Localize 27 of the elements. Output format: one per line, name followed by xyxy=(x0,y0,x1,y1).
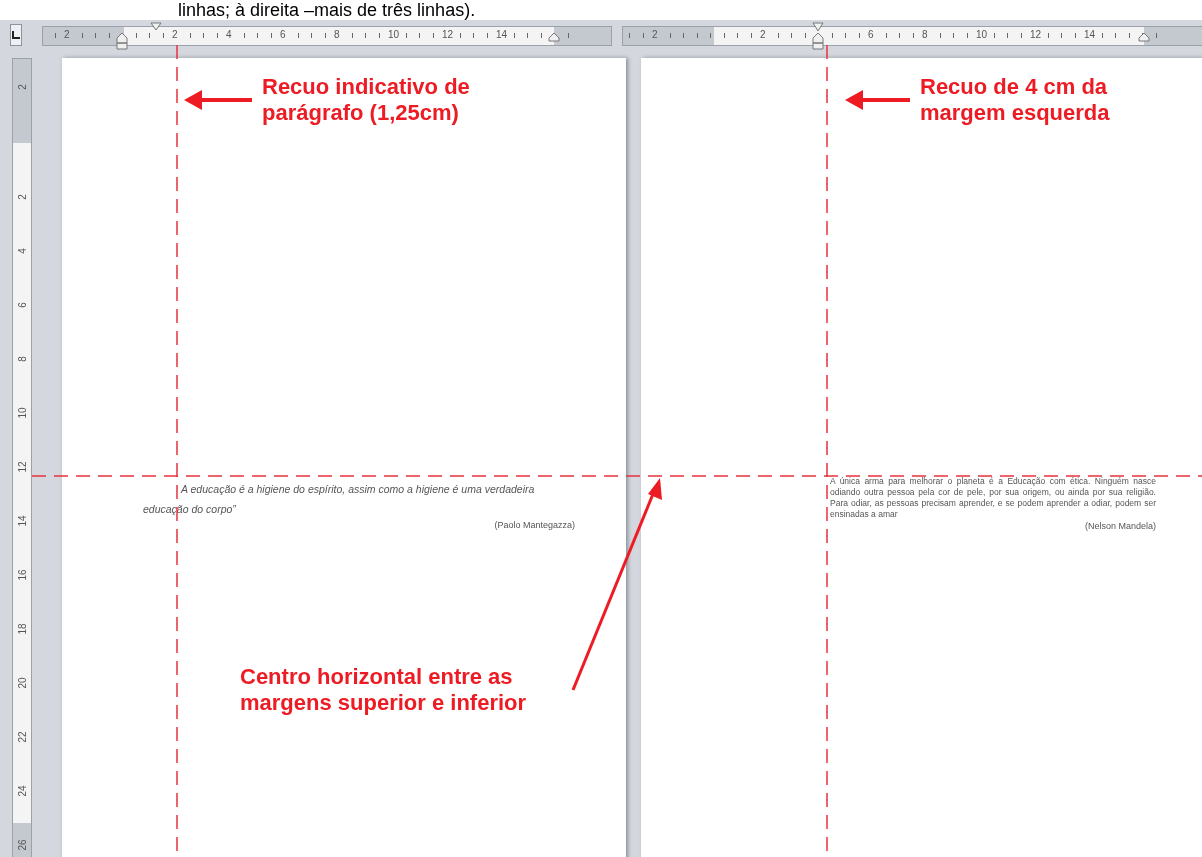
ruler-number: 12 xyxy=(17,460,29,474)
vertical-ruler[interactable]: 2 2 4 6 8 10 12 14 16 18 20 22 24 26 xyxy=(12,58,32,857)
tab-selector-button[interactable] xyxy=(10,24,22,46)
ruler-number: 24 xyxy=(17,784,29,798)
ruler-number: 14 xyxy=(17,514,29,528)
quote-paragraph: A educação é a higiene do espírito, assim como a higiene é uma verdadeira educação do corpo” xyxy=(143,482,536,517)
ruler-number: 26 xyxy=(17,838,29,852)
ruler-number: 10 xyxy=(17,406,29,420)
annotation-text: Recuo de 4 cm da margem esquerda xyxy=(920,74,1110,126)
arrow xyxy=(845,90,910,110)
first-line-indent-marker[interactable] xyxy=(149,22,162,32)
left-tab-icon xyxy=(11,30,21,40)
quote-author: (Nelson Mandela) xyxy=(1083,520,1156,532)
annotation-text: Recuo indicativo de parágrafo (1,25cm) xyxy=(262,74,470,126)
arrow xyxy=(184,90,252,110)
right-indent-marker[interactable] xyxy=(548,32,560,42)
ruler-number: 22 xyxy=(17,730,29,744)
ruler-number: 18 xyxy=(17,622,29,636)
ruler-number: 20 xyxy=(17,676,29,690)
ruler-number: 16 xyxy=(17,568,29,582)
quote-author: (Paolo Mantegazza) xyxy=(493,519,575,531)
hanging-indent-marker[interactable] xyxy=(116,32,128,50)
quote-paragraph: A única arma para melhorar o planeta é a Educação com ética. Ninguém nasce odiando outra pessoa pela cor de pele, por sua origem, ou ainda por sua religião. Para odiar, as pessoas precisam aprender, e se podem aprender a odiar, podem ser ensinadas a amar xyxy=(830,476,1156,520)
annotation-text: Centro horizontal entre as margens superior e inferior xyxy=(240,664,527,716)
right-indent-marker[interactable] xyxy=(1138,32,1150,42)
indent-marker[interactable] xyxy=(812,22,824,50)
document-text: linhas; à direita –mais de três linhas). xyxy=(178,0,476,20)
